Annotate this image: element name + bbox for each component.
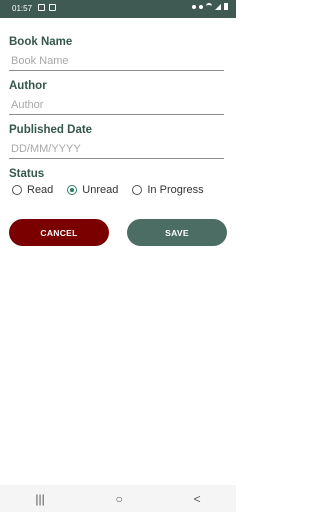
author-input[interactable] — [9, 97, 224, 115]
radio-read-label: Read — [27, 184, 54, 196]
book-name-label: Book Name — [9, 36, 73, 48]
status-radio-group: Read Unread In Progress — [12, 184, 218, 196]
mute-icon — [199, 4, 203, 9]
save-button[interactable]: SAVE — [127, 219, 227, 246]
radio-unread-label: Unread — [82, 184, 119, 196]
signal-icon — [215, 3, 221, 10]
home-icon[interactable]: ○ — [116, 492, 123, 506]
book-name-input[interactable] — [9, 53, 224, 71]
radio-in-progress-label: In Progress — [147, 184, 204, 196]
app-notification-icon — [49, 4, 56, 11]
status-time: 01:57 — [12, 4, 33, 13]
published-date-label: Published Date — [9, 124, 93, 136]
recents-icon[interactable]: ||| — [35, 492, 44, 506]
radio-read[interactable]: Read — [12, 184, 53, 196]
navigation-bar: ||| ○ < — [0, 485, 236, 512]
radio-in-progress-circle[interactable] — [132, 185, 143, 195]
back-icon[interactable]: < — [194, 492, 201, 506]
status-icons — [192, 3, 228, 10]
wifi-icon — [206, 3, 212, 10]
status-label: Status — [9, 168, 45, 180]
cancel-button[interactable]: CANCEL — [9, 219, 109, 246]
author-label: Author — [9, 80, 47, 92]
battery-icon — [224, 3, 228, 10]
radio-read-circle[interactable] — [12, 185, 22, 195]
radio-in-progress[interactable]: In Progress — [132, 184, 204, 196]
radio-unread-circle[interactable] — [67, 185, 78, 195]
published-date-input[interactable] — [9, 141, 224, 159]
alarm-icon — [192, 4, 196, 9]
gallery-notification-icon — [38, 4, 45, 11]
status-bar: 01:57 — [0, 0, 236, 18]
radio-unread[interactable]: Unread — [67, 184, 118, 196]
